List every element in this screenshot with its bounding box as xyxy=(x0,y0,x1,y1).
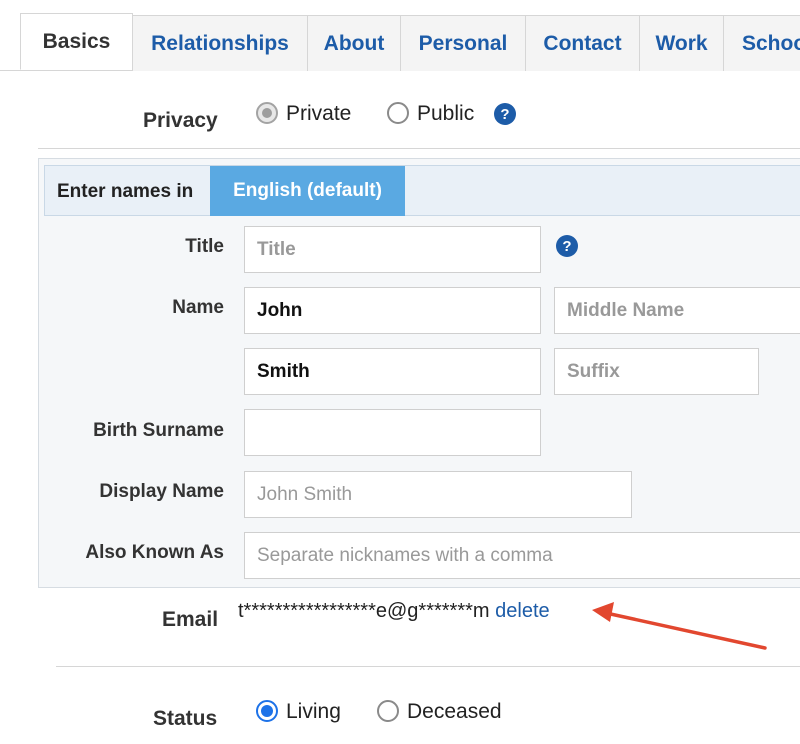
email-delete-link[interactable]: delete xyxy=(495,600,550,622)
language-english-button[interactable]: English (default) xyxy=(210,166,405,216)
annotation-arrow-icon xyxy=(592,602,767,650)
last-name-input[interactable] xyxy=(244,348,541,395)
first-name-input[interactable] xyxy=(244,287,541,334)
email-label: Email xyxy=(162,608,219,631)
suffix-input[interactable] xyxy=(554,348,759,395)
birth-surname-input[interactable] xyxy=(244,409,541,456)
display-name-label: Display Name xyxy=(99,481,224,502)
email-masked-address: t*****************e@g*******m xyxy=(238,600,490,622)
divider xyxy=(56,666,800,667)
divider xyxy=(38,148,800,149)
privacy-private-label: Private xyxy=(286,102,352,125)
tab-about[interactable]: About xyxy=(307,15,401,71)
tab-personal[interactable]: Personal xyxy=(400,15,526,71)
middle-name-input[interactable] xyxy=(554,287,800,334)
names-language-label: Enter names in xyxy=(57,181,194,202)
title-label: Title xyxy=(185,236,224,257)
privacy-public-label: Public xyxy=(417,102,475,125)
privacy-private-radio[interactable] xyxy=(256,102,278,124)
privacy-help-icon[interactable]: ? xyxy=(494,103,516,125)
privacy-label: Privacy xyxy=(143,109,218,132)
privacy-public-radio[interactable] xyxy=(387,102,409,124)
tab-contact[interactable]: Contact xyxy=(525,15,640,71)
tab-schools[interactable]: Schoo xyxy=(723,15,800,71)
tab-relationships[interactable]: Relationships xyxy=(132,15,308,71)
tab-work[interactable]: Work xyxy=(639,15,724,71)
display-name-input[interactable] xyxy=(244,471,632,518)
status-label: Status xyxy=(153,707,218,730)
birth-surname-label: Birth Surname xyxy=(93,420,224,441)
also-known-as-input[interactable] xyxy=(244,532,800,579)
title-help-icon[interactable]: ? xyxy=(556,235,578,257)
tab-bar: Basics Relationships About Personal Cont… xyxy=(0,13,800,71)
status-living-radio[interactable] xyxy=(256,700,278,722)
name-label: Name xyxy=(172,297,224,318)
title-input[interactable] xyxy=(244,226,541,273)
status-deceased-radio[interactable] xyxy=(377,700,399,722)
email-value: t*****************e@g*******m delete xyxy=(238,600,550,623)
status-living-label: Living xyxy=(286,700,341,723)
tab-basics[interactable]: Basics xyxy=(20,13,133,70)
status-deceased-label: Deceased xyxy=(407,700,502,723)
also-known-as-label: Also Known As xyxy=(85,542,224,563)
